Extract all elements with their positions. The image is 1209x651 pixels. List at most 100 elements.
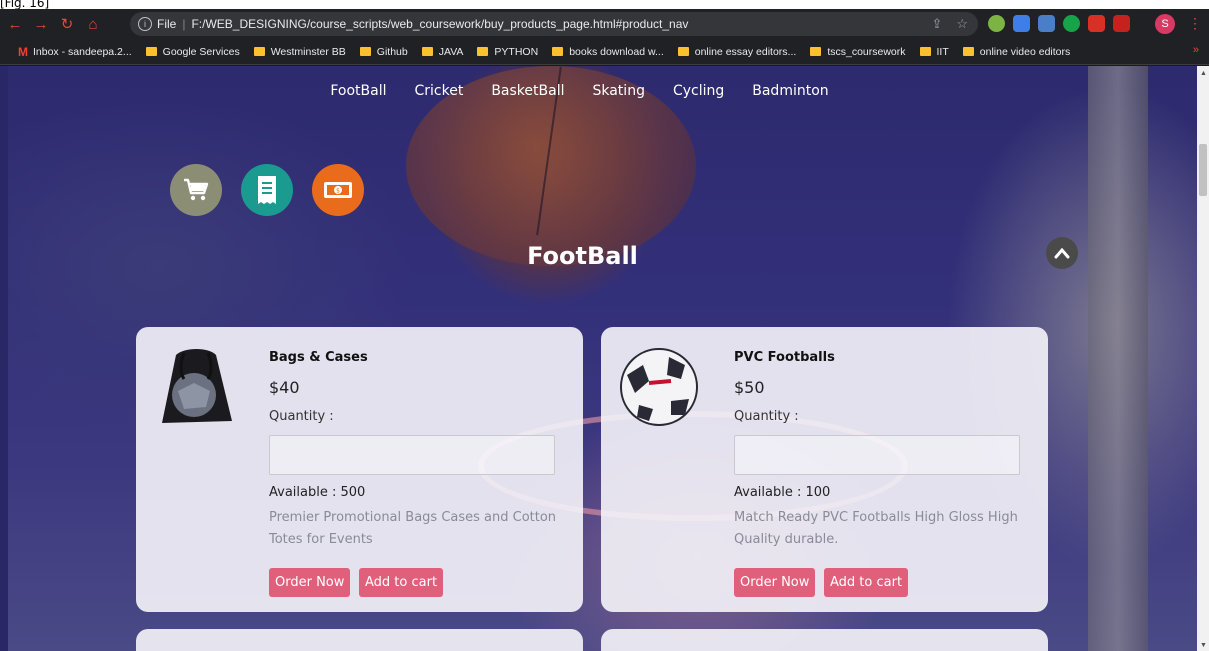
- folder-icon: [810, 47, 822, 56]
- share-icon[interactable]: ⇪: [931, 16, 942, 32]
- bookmark-label: online video editors: [979, 45, 1071, 58]
- vertical-scrollbar[interactable]: ▲ ▼: [1197, 66, 1209, 651]
- bookmark-label: JAVA: [438, 45, 464, 58]
- svg-text:$: $: [336, 188, 340, 195]
- page-viewport: FootBall Cricket BasketBall Skating Cycl…: [8, 66, 1197, 651]
- extension-red-icon[interactable]: [1088, 15, 1105, 32]
- bookmark-java[interactable]: JAVA: [421, 45, 464, 58]
- background-hoop-pole: [1088, 66, 1148, 651]
- folder-icon: [552, 47, 564, 56]
- nav-skating[interactable]: Skating: [592, 83, 644, 99]
- nav-cycling[interactable]: Cycling: [673, 83, 724, 99]
- folder-icon: [421, 47, 433, 56]
- scrollbar-thumb[interactable]: [1199, 144, 1207, 196]
- bookmark-label: tscs_coursework: [827, 45, 906, 58]
- quantity-label: Quantity :: [734, 409, 799, 424]
- quantity-label: Quantity :: [269, 409, 334, 424]
- bookmark-label: books download w...: [569, 45, 664, 58]
- scroll-down-arrow-icon[interactable]: ▼: [1200, 642, 1207, 649]
- product-description: Match Ready PVC Footballs High Gloss Hig…: [734, 510, 1018, 547]
- product-price: $40: [269, 378, 300, 397]
- product-description: Premier Promotional Bags Cases and Cotto…: [269, 510, 557, 547]
- bookmark-essay-editors[interactable]: online essay editors...: [677, 45, 797, 58]
- folder-icon: [962, 47, 974, 56]
- bookmark-python[interactable]: PYTHON: [477, 46, 538, 58]
- add-to-cart-button[interactable]: Add to cart: [359, 568, 444, 597]
- order-now-button[interactable]: Order Now: [269, 568, 351, 597]
- bookmark-label: IIT: [936, 45, 949, 58]
- product-card: PVC Footballs $50 Quantity : Available :…: [601, 327, 1048, 612]
- url-text: F:/WEB_DESIGNING/course_scripts/web_cour…: [191, 17, 689, 31]
- bookmark-westminster[interactable]: Westminster BB: [253, 45, 346, 58]
- reload-icon[interactable]: ↻: [56, 13, 78, 35]
- menu-kebab-icon[interactable]: ⋮: [1188, 15, 1202, 32]
- bookmark-tscs[interactable]: tscs_coursework: [810, 45, 906, 58]
- payment-button[interactable]: $: [312, 164, 364, 216]
- bookmark-gmail[interactable]: M Inbox - sandeepa.2...: [18, 45, 132, 59]
- extensions-area: [988, 15, 1130, 32]
- bookmark-label: Westminster BB: [270, 45, 346, 58]
- folder-icon: [359, 47, 371, 56]
- home-icon[interactable]: ⌂: [82, 13, 104, 35]
- url-separator: |: [182, 17, 186, 31]
- product-card-partial: [601, 629, 1048, 651]
- nav-basketball[interactable]: BasketBall: [491, 83, 564, 99]
- bookmark-iit[interactable]: IIT: [919, 45, 949, 58]
- product-card: Bags & Cases $40 Quantity : Available : …: [136, 327, 583, 612]
- figure-label-strip: [Fig. 16]: [0, 0, 1209, 10]
- quantity-input[interactable]: [269, 435, 555, 475]
- chevron-up-icon: [1054, 247, 1070, 259]
- availability-text: Available : 100: [734, 485, 831, 500]
- cart-button[interactable]: [170, 164, 222, 216]
- product-card-partial: [136, 629, 583, 651]
- extension-grammarly-icon[interactable]: [1063, 15, 1080, 32]
- page-left-gutter: [0, 66, 8, 651]
- add-to-cart-button[interactable]: Add to cart: [824, 568, 909, 597]
- profile-avatar[interactable]: S: [1155, 14, 1175, 34]
- extension-check-icon[interactable]: [988, 15, 1005, 32]
- bookmark-label: PYTHON: [494, 45, 539, 58]
- address-bar-actions: ⇪ ☆: [931, 16, 968, 32]
- nav-cricket[interactable]: Cricket: [414, 83, 463, 99]
- url-prefix: File: [157, 17, 177, 31]
- scroll-up-arrow-icon[interactable]: ▲: [1200, 70, 1207, 77]
- nav-badminton[interactable]: Badminton: [752, 83, 828, 99]
- bookmark-label: Google Services: [162, 45, 240, 58]
- extension-meet-icon[interactable]: [1013, 15, 1030, 32]
- info-icon[interactable]: i: [138, 17, 152, 31]
- cart-icon: [184, 178, 209, 201]
- browser-toolbar: ← → ↻ ⌂ i File | F:/WEB_DESIGNING/course…: [0, 9, 1209, 39]
- bookmark-books[interactable]: books download w...: [552, 46, 664, 58]
- gmail-icon: M: [18, 44, 28, 59]
- money-icon: $: [324, 182, 352, 198]
- product-image-bag: [154, 345, 238, 429]
- nav-football[interactable]: FootBall: [330, 83, 386, 99]
- bookmarks-more-icon[interactable]: »: [1193, 44, 1199, 56]
- bookmark-label: online essay editors...: [694, 45, 797, 58]
- bookmark-label: Inbox - sandeepa.2...: [33, 45, 132, 58]
- folder-icon: [477, 47, 489, 56]
- football-image: [620, 348, 698, 426]
- address-bar[interactable]: i File | F:/WEB_DESIGNING/course_scripts…: [130, 12, 978, 36]
- bookmark-github[interactable]: Github: [359, 45, 408, 58]
- bookmark-google-services[interactable]: Google Services: [145, 45, 240, 58]
- extension-shield-icon[interactable]: [1038, 15, 1055, 32]
- order-now-button[interactable]: Order Now: [734, 568, 816, 597]
- bookmark-label: Github: [376, 45, 408, 58]
- screenshot-root: [Fig. 16] ← → ↻ ⌂ i File | F:/WEB_DESIGN…: [0, 0, 1209, 651]
- product-name: PVC Footballs: [734, 350, 835, 365]
- receipt-icon: [258, 176, 276, 204]
- forward-icon[interactable]: →: [30, 13, 52, 35]
- scroll-to-top-button[interactable]: [1046, 237, 1078, 269]
- quantity-input[interactable]: [734, 435, 1020, 475]
- folder-icon: [145, 47, 157, 56]
- bag-image: [162, 349, 232, 423]
- extension-box-icon[interactable]: [1113, 15, 1130, 32]
- receipt-button[interactable]: [241, 164, 293, 216]
- bookmark-video-editors[interactable]: online video editors: [962, 45, 1071, 58]
- back-icon[interactable]: ←: [4, 13, 26, 35]
- bookmark-star-icon[interactable]: ☆: [956, 16, 968, 32]
- bookmarks-bar: M Inbox - sandeepa.2... Google Services W…: [0, 39, 1209, 65]
- product-nav: FootBall Cricket BasketBall Skating Cycl…: [8, 83, 1197, 99]
- folder-icon: [677, 47, 689, 56]
